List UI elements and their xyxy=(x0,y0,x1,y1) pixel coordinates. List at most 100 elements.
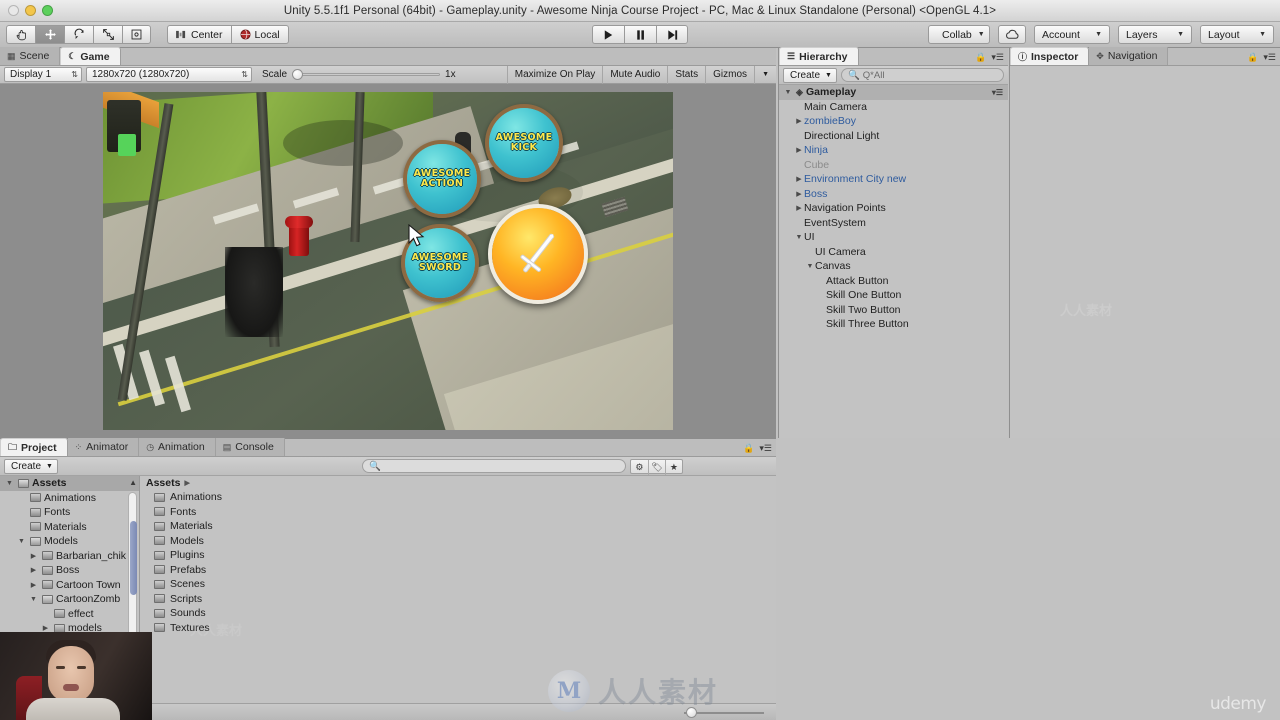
hierarchy-row[interactable]: ▼ UI xyxy=(779,230,1008,245)
hierarchy-row[interactable]: ▶ Navigation Points xyxy=(779,201,1008,216)
tab-scene[interactable]: ▦ Scene xyxy=(0,47,61,65)
hierarchy-row[interactable]: ▶ Environment City new xyxy=(779,172,1008,187)
lock-icon[interactable]: 🔒 xyxy=(743,444,754,453)
hand-tool-button[interactable] xyxy=(6,25,35,44)
layout-button[interactable]: Layout ▼ xyxy=(1200,25,1274,44)
project-tree-row[interactable]: ▼ Models xyxy=(0,534,139,549)
project-tree-row[interactable]: ▶ Boss xyxy=(0,563,139,578)
chevron-down-icon[interactable]: ▼ xyxy=(794,234,804,241)
project-file-rows[interactable]: Animations Fonts Materials Models Plugins Pre… xyxy=(140,490,776,635)
hierarchy-row[interactable]: Attack Button xyxy=(779,274,1008,289)
resolution-dropdown[interactable]: 1280x720 (1280x720) ⇅ xyxy=(86,67,252,82)
play-button[interactable] xyxy=(592,25,624,44)
account-button[interactable]: Account ▼ xyxy=(1034,25,1110,44)
project-tree-row[interactable]: Animations xyxy=(0,491,139,506)
chevron-right-icon[interactable]: ▶ xyxy=(28,581,39,589)
panel-menu-icon[interactable]: ▾☰ xyxy=(1263,53,1276,62)
project-file-row[interactable]: Models xyxy=(140,534,776,549)
chevron-right-icon[interactable]: ▶ xyxy=(794,146,804,154)
scale-control[interactable]: Scale 1x xyxy=(262,69,456,80)
pause-button[interactable] xyxy=(624,25,656,44)
project-file-row[interactable]: Fonts xyxy=(140,505,776,520)
project-tree-row[interactable]: ▼ CartoonZomb xyxy=(0,592,139,607)
hierarchy-row[interactable]: Skill One Button xyxy=(779,288,1008,303)
project-file-row[interactable]: Materials xyxy=(140,519,776,534)
step-button[interactable] xyxy=(656,25,688,44)
hierarchy-row[interactable]: UI Camera xyxy=(779,245,1008,260)
playback-controls[interactable] xyxy=(592,25,688,44)
tab-navigation[interactable]: ✥ Navigation xyxy=(1089,47,1169,65)
project-file-row[interactable]: Sounds xyxy=(140,606,776,621)
tab-animator[interactable]: ⁘ Animator xyxy=(67,438,140,456)
project-breadcrumb[interactable]: Assets ▶ xyxy=(140,476,776,490)
project-file-row[interactable]: Scenes xyxy=(140,577,776,592)
hierarchy-tree[interactable]: ▼ ◈ Gameplay ▾☰ Main Camera ▶ zombieBoy Directi… xyxy=(779,85,1008,437)
chevron-down-icon[interactable]: ▼ xyxy=(28,596,39,603)
project-file-list[interactable]: Assets ▶ Animations Fonts Materials Models P… xyxy=(140,476,776,720)
scene-menu-icon[interactable]: ▾☰ xyxy=(992,88,1003,97)
hierarchy-row[interactable]: Skill Two Button xyxy=(779,303,1008,318)
transform-tools[interactable] xyxy=(6,25,151,44)
cloud-button[interactable] xyxy=(998,25,1026,44)
tab-console[interactable]: ▤ Console xyxy=(215,438,285,456)
scale-tool-button[interactable] xyxy=(93,25,122,44)
move-tool-button[interactable] xyxy=(35,25,64,44)
tab-inspector[interactable]: ⓘ Inspector xyxy=(1010,47,1090,65)
project-file-row[interactable]: Scripts xyxy=(140,592,776,607)
lock-icon[interactable]: 🔒 xyxy=(1247,53,1258,62)
chevron-right-icon[interactable]: ▶ xyxy=(28,552,39,560)
filter-by-label-icon[interactable]: 🏷 xyxy=(647,459,665,475)
project-tree-row[interactable]: ▶ Barbarian_chik xyxy=(0,549,139,564)
project-tree-row[interactable]: ▶ Cartoon Town xyxy=(0,578,139,593)
stats-button[interactable]: Stats xyxy=(667,65,705,84)
chevron-right-icon[interactable]: ▶ xyxy=(794,175,804,183)
zoom-slider-knob[interactable] xyxy=(686,706,697,718)
hierarchy-create-button[interactable]: Create ▼ xyxy=(783,67,837,83)
project-tree-row[interactable]: effect xyxy=(0,607,139,622)
hierarchy-row[interactable]: ▶ Boss xyxy=(779,187,1008,202)
hierarchy-row[interactable]: Skill Three Button xyxy=(779,317,1008,332)
chevron-down-icon[interactable]: ▼ xyxy=(4,480,15,487)
hierarchy-row[interactable]: ▼ Canvas xyxy=(779,259,1008,274)
chevron-down-icon[interactable]: ▼ xyxy=(805,263,815,270)
tab-game[interactable]: ☾ Game xyxy=(60,47,121,65)
rotate-tool-button[interactable] xyxy=(64,25,93,44)
collab-button[interactable]: Collab ▼ xyxy=(928,25,990,44)
chevron-right-icon[interactable]: ▶ xyxy=(794,190,804,198)
panel-menu-icon[interactable]: ▾☰ xyxy=(759,444,772,453)
game-view[interactable]: AWESOME KICK AWESOME ACTION AWESOME SWOR… xyxy=(0,84,776,438)
project-tree-rows[interactable]: ▼ Assets Animations Fonts Materials ▼ Models ▶ B… xyxy=(0,476,139,636)
project-create-button[interactable]: Create ▼ xyxy=(4,458,58,474)
display-dropdown[interactable]: Display 1 ⇅ xyxy=(4,67,82,82)
tab-project[interactable]: 🗀 Project xyxy=(0,438,68,456)
gizmos-dropdown[interactable]: ▼ xyxy=(754,65,776,84)
chevron-down-icon[interactable]: ▼ xyxy=(16,538,27,545)
lock-icon[interactable]: 🔒 xyxy=(975,53,986,62)
project-search-input[interactable]: 🔍 xyxy=(361,459,626,473)
layers-button[interactable]: Layers ▼ xyxy=(1118,25,1192,44)
space-mode-button[interactable]: Local xyxy=(230,25,289,44)
rect-tool-button[interactable] xyxy=(122,25,151,44)
hierarchy-row[interactable]: ▼ ◈ Gameplay ▾☰ xyxy=(779,85,1008,100)
scale-slider-knob[interactable] xyxy=(292,69,304,80)
project-file-row[interactable]: Animations xyxy=(140,490,776,505)
project-file-row[interactable]: Prefabs xyxy=(140,563,776,578)
project-file-row[interactable]: Textures xyxy=(140,621,776,636)
project-tree-row[interactable]: ▼ Assets xyxy=(0,476,139,491)
chevron-right-icon[interactable]: ▶ xyxy=(28,566,39,574)
project-zoom-slider[interactable] xyxy=(684,706,764,718)
chevron-right-icon[interactable]: ▶ xyxy=(794,117,804,125)
pivot-mode-button[interactable]: Center xyxy=(167,25,231,44)
maximize-on-play-button[interactable]: Maximize On Play xyxy=(506,65,603,84)
project-tree-row[interactable]: Fonts xyxy=(0,505,139,520)
hierarchy-row[interactable]: ▶ Ninja xyxy=(779,143,1008,158)
project-file-row[interactable]: Plugins xyxy=(140,548,776,563)
game-stage[interactable]: AWESOME KICK AWESOME ACTION AWESOME SWOR… xyxy=(103,92,673,430)
favorites-star-icon[interactable]: ★ xyxy=(664,459,682,475)
tab-hierarchy[interactable]: ☰ Hierarchy xyxy=(779,47,859,65)
scrollbar-thumb[interactable] xyxy=(130,521,137,595)
hierarchy-row[interactable]: Main Camera xyxy=(779,100,1008,115)
hierarchy-row[interactable]: Directional Light xyxy=(779,129,1008,144)
pivot-space-group[interactable]: Center Local xyxy=(167,25,289,44)
chevron-right-icon[interactable]: ▶ xyxy=(794,204,804,212)
